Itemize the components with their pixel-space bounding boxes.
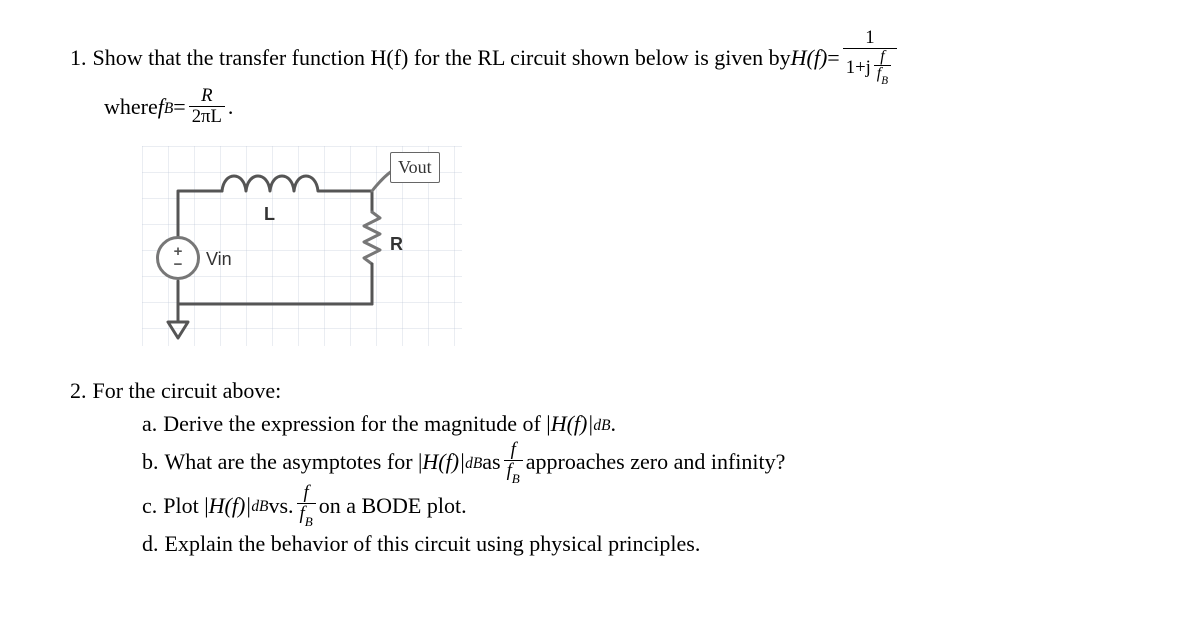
where-dot: . (228, 90, 234, 123)
part-a-letter: a. (142, 407, 157, 440)
part-c-frac-bot: fB (297, 504, 316, 526)
problem-1: 1. Show that the transfer function H(f) … (70, 28, 1130, 126)
where-frac-top: R (189, 86, 225, 107)
problem-1-hf: H(f) (791, 41, 828, 74)
where-text: where (104, 90, 158, 123)
part-b-letter: b. (142, 445, 159, 478)
vin-label: Vin (206, 246, 232, 273)
problem-2: 2. For the circuit above: a. Derive the … (70, 374, 1130, 559)
part-c-dB: dB (251, 495, 268, 518)
frac-bot: 1+j f fB (843, 49, 897, 87)
problem-2b: b. What are the asymptotes for | H(f)|dB… (70, 440, 1130, 483)
part-c-end: on a BODE plot. (319, 489, 467, 522)
part-c-frac-bot-sub: B (305, 514, 313, 529)
part-c-text: Plot | (163, 489, 208, 522)
part-d-letter: d. (142, 527, 159, 560)
frac-inner-bot: fB (874, 66, 891, 86)
problem-2-number: 2. (70, 374, 87, 407)
part-b-frac-top: f (504, 440, 523, 461)
part-b-text: What are the asymptotes for | (165, 445, 423, 478)
part-c-frac-top: f (297, 483, 316, 504)
problem-2-intro-line: 2. For the circuit above: (70, 374, 1130, 407)
part-a-end: . (611, 407, 617, 440)
where-eq: = (173, 90, 185, 123)
inductor-label: L (264, 201, 275, 228)
problem-1-number: 1. (70, 41, 87, 74)
resistor-label: R (390, 231, 403, 258)
part-b-frac-bot-f: f (507, 460, 512, 481)
frac-top: 1 (843, 28, 897, 49)
part-b-frac: f fB (504, 440, 523, 483)
problem-1-text: Show that the transfer function H(f) for… (93, 41, 791, 74)
where-frac-bot: 2πL (189, 107, 225, 127)
frac-inner: f fB (874, 49, 891, 87)
where-frac: R 2πL (189, 86, 225, 126)
circuit-diagram: + − Vout Vin L R (142, 146, 462, 346)
problem-1-line1: 1. Show that the transfer function H(f) … (70, 28, 1130, 86)
part-c-frac-bot-f: f (300, 503, 305, 524)
part-b-dB: dB (465, 452, 482, 475)
part-b-frac-bot-sub: B (512, 471, 520, 486)
problem-1-eq: = (827, 41, 839, 74)
where-fB-sub: B (164, 97, 173, 120)
part-a-dB: dB (593, 414, 610, 437)
frac-inner-top: f (874, 49, 891, 67)
problem-2c: c. Plot | H(f)|dB vs. f fB on a BODE plo… (70, 483, 1130, 526)
vout-label: Vout (390, 152, 440, 183)
part-a-text: Derive the expression for the magnitude … (163, 407, 550, 440)
problem-1-main-frac: 1 1+j f fB (843, 28, 897, 86)
part-d-text: Explain the behavior of this circuit usi… (165, 527, 701, 560)
part-c-frac: f fB (297, 483, 316, 526)
frac-inner-bot-sub: B (881, 75, 888, 87)
source-minus: − (174, 258, 183, 272)
part-c-letter: c. (142, 489, 157, 522)
part-c-H: H(f)| (209, 489, 252, 522)
part-b-as: as (482, 445, 500, 478)
part-b-end: approaches zero and infinity? (526, 445, 786, 478)
frac-bot-pre: 1+j (846, 58, 871, 78)
part-b-frac-bot: fB (504, 461, 523, 483)
problem-2d: d. Explain the behavior of this circuit … (70, 527, 1130, 560)
part-c-vs: vs. (268, 489, 293, 522)
problem-2a: a. Derive the expression for the magnitu… (70, 407, 1130, 440)
problem-1-where: where fB = R 2πL . (70, 86, 1130, 126)
problem-2-intro: For the circuit above: (93, 374, 282, 407)
part-a-H: H(f)| (551, 407, 594, 440)
part-b-H: H(f)| (422, 445, 465, 478)
